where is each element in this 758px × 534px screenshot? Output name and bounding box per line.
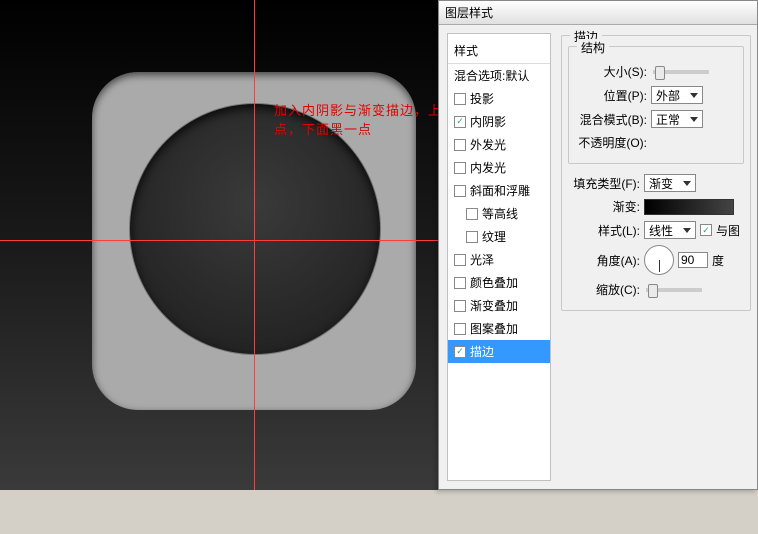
blendmode-label: 混合模式(B):	[575, 111, 647, 128]
filltype-label: 填充类型(F):	[568, 175, 640, 192]
guide-horizontal	[0, 240, 498, 241]
style-checkbox[interactable]	[454, 185, 466, 197]
dialog-title: 图层样式	[445, 4, 493, 21]
style-item-label: 纹理	[482, 228, 506, 245]
layer-style-dialog: 图层样式 样式 混合选项:默认 投影 ✓ 内阴影外发光内发光斜面和浮雕等高线纹理光泽…	[438, 0, 758, 490]
chevron-down-icon	[690, 117, 698, 122]
chevron-down-icon	[683, 228, 691, 233]
scale-label: 缩放(C):	[568, 281, 640, 298]
gradient-label: 渐变:	[568, 198, 640, 215]
align-label: 与图	[716, 222, 740, 239]
angle-unit: 度	[712, 252, 724, 269]
style-item-10[interactable]: 图案叠加	[448, 317, 550, 340]
chevron-down-icon	[683, 181, 691, 186]
style-checkbox[interactable]: ✓	[454, 116, 466, 128]
style-item-label: 等高线	[482, 205, 518, 222]
style-item-7[interactable]: 光泽	[448, 248, 550, 271]
styles-header[interactable]: 样式	[448, 38, 550, 64]
style-checkbox[interactable]	[454, 254, 466, 266]
style-item-label: 图案叠加	[470, 320, 518, 337]
style-checkbox[interactable]	[466, 231, 478, 243]
style-item-4[interactable]: 斜面和浮雕	[448, 179, 550, 202]
canvas-area: 加入内阴影与渐变描边，上面浅一点，下面黑一点	[0, 0, 498, 490]
chevron-down-icon	[690, 93, 698, 98]
structure-legend: 结构	[577, 39, 609, 56]
style-checkbox[interactable]	[466, 208, 478, 220]
style-checkbox[interactable]	[454, 323, 466, 335]
style-item-label: 斜面和浮雕	[470, 182, 530, 199]
guide-vertical	[254, 0, 255, 490]
style-checkbox[interactable]: ✓	[454, 346, 466, 358]
style-checkbox[interactable]	[454, 93, 466, 105]
style-item-label: 光泽	[470, 251, 494, 268]
style-checkbox[interactable]	[454, 139, 466, 151]
stroke-options-panel: 描边 结构 大小(S): 位置(P): 外部 混合模式(B):	[555, 25, 757, 489]
style-label: 样式(L):	[568, 222, 640, 239]
style-item-11[interactable]: ✓ 描边	[448, 340, 550, 363]
style-item-label: 内发光	[470, 159, 506, 176]
size-label: 大小(S):	[575, 63, 647, 80]
style-checkbox[interactable]	[454, 162, 466, 174]
style-item-8[interactable]: 颜色叠加	[448, 271, 550, 294]
structure-group: 结构 大小(S): 位置(P): 外部 混合模式(B):	[568, 46, 744, 164]
angle-field[interactable]	[678, 252, 708, 268]
stroke-group: 描边 结构 大小(S): 位置(P): 外部 混合模式(B):	[561, 35, 751, 311]
align-checkbox[interactable]: ✓	[700, 224, 712, 236]
style-item-label: 外发光	[470, 136, 506, 153]
filltype-dropdown[interactable]: 渐变	[644, 174, 696, 192]
circle-cutout	[130, 104, 380, 354]
style-item-3[interactable]: 内发光	[448, 156, 550, 179]
dialog-titlebar[interactable]: 图层样式	[439, 1, 757, 25]
style-item-9[interactable]: 渐变叠加	[448, 294, 550, 317]
style-item-0[interactable]: 投影	[448, 87, 550, 110]
style-checkbox[interactable]	[454, 300, 466, 312]
style-item-label: 颜色叠加	[470, 274, 518, 291]
style-item-label: 投影	[470, 90, 494, 107]
blendmode-dropdown[interactable]: 正常	[651, 110, 703, 128]
size-slider[interactable]	[653, 70, 709, 74]
style-item-label: 描边	[470, 343, 494, 360]
styles-list-panel: 样式 混合选项:默认 投影 ✓ 内阴影外发光内发光斜面和浮雕等高线纹理光泽颜色叠加渐…	[447, 33, 551, 481]
angle-dial[interactable]	[644, 245, 674, 275]
style-checkbox[interactable]	[454, 277, 466, 289]
gradient-swatch[interactable]	[644, 199, 734, 215]
style-item-5[interactable]: 等高线	[448, 202, 550, 225]
position-dropdown[interactable]: 外部	[651, 86, 703, 104]
style-dropdown[interactable]: 线性	[644, 221, 696, 239]
blend-options-row[interactable]: 混合选项:默认	[448, 64, 550, 87]
style-item-label: 内阴影	[470, 113, 506, 130]
scale-slider[interactable]	[646, 288, 702, 292]
angle-label: 角度(A):	[568, 252, 640, 269]
style-item-1[interactable]: ✓ 内阴影	[448, 110, 550, 133]
position-label: 位置(P):	[575, 87, 647, 104]
style-item-6[interactable]: 纹理	[448, 225, 550, 248]
style-item-2[interactable]: 外发光	[448, 133, 550, 156]
style-item-label: 渐变叠加	[470, 297, 518, 314]
opacity-label: 不透明度(O):	[575, 134, 647, 151]
